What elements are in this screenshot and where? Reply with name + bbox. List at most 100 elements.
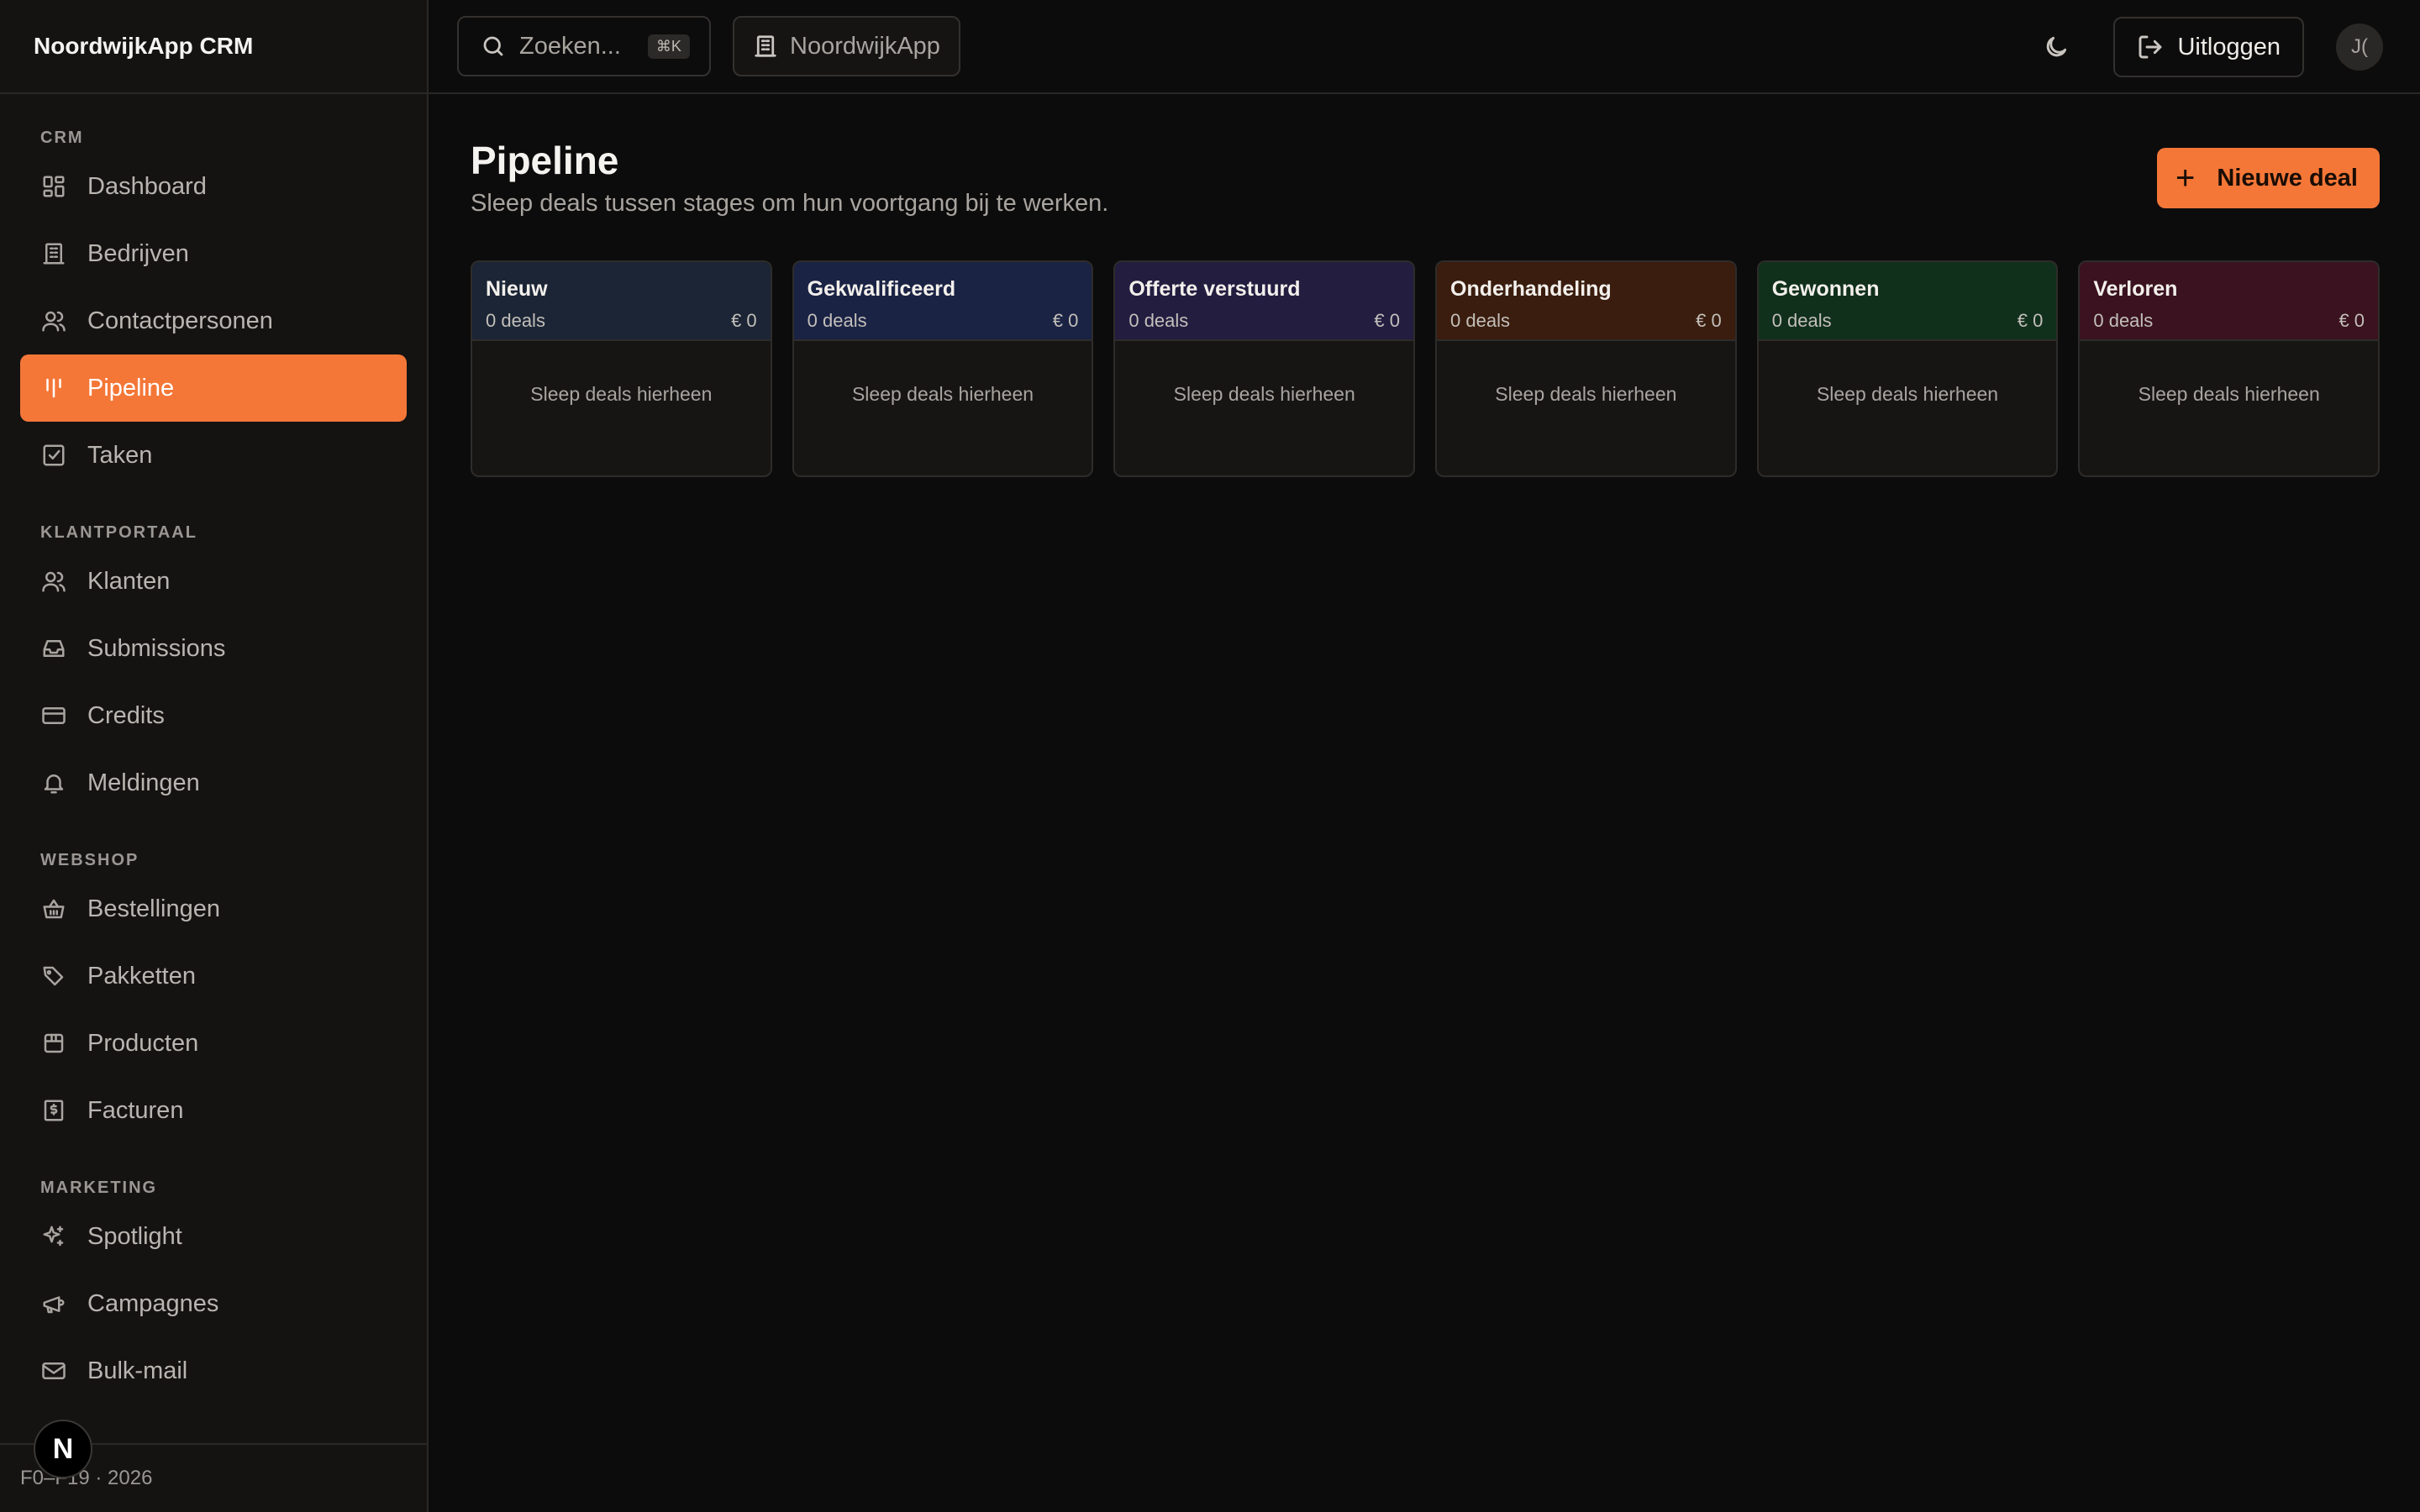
tags-icon xyxy=(40,963,67,990)
stage-meta: 0 deals € 0 xyxy=(2093,310,2365,332)
stage-amount: € 0 xyxy=(2017,310,2044,331)
moon-icon xyxy=(2047,36,2067,57)
sidebar-item-label: Spotlight xyxy=(87,1222,182,1250)
sidebar: NoordwijkApp CRM CRM Dashboard Bedrijven Co… xyxy=(0,0,429,1512)
stage-header: Gewonnen 0 deals € 0 xyxy=(1758,262,2057,341)
stage-name: Onderhandeling xyxy=(1450,277,1612,301)
stage-column-onderhandeling[interactable]: Onderhandeling 0 deals € 0 Sleep deals hier… xyxy=(1435,260,1737,477)
checkbox-icon xyxy=(40,442,67,469)
sidebar-item-bestellingen[interactable]: Bestellingen xyxy=(20,875,407,942)
sidebar-item-label: Producten xyxy=(87,1029,199,1057)
sidebar-nav: CRM Dashboard Bedrijven Contactpersonen Pipe… xyxy=(0,114,427,1404)
search-placeholder: Zoeken... xyxy=(519,32,621,60)
search-input[interactable]: Zoeken... ⌘K xyxy=(457,16,711,76)
nav-section-klantportaal: KLANTPORTAAL Klanten Submissions Credits Mel… xyxy=(0,509,427,816)
sidebar-item-campagnes[interactable]: Campagnes xyxy=(20,1270,407,1337)
stage-name: Gewonnen xyxy=(1771,277,1880,301)
building-icon xyxy=(755,35,776,57)
building-icon xyxy=(40,240,67,267)
stage-meta: 0 deals € 0 xyxy=(1450,310,1722,332)
section-label: KLANTPORTAAL xyxy=(40,523,197,542)
page-title: Pipeline xyxy=(471,139,619,182)
stage-header: Nieuw 0 deals € 0 xyxy=(472,262,771,341)
sidebar-item-label: Facturen xyxy=(87,1096,184,1124)
stage-meta: 0 deals € 0 xyxy=(486,310,757,332)
stage-header: Onderhandeling 0 deals € 0 xyxy=(1437,262,1735,341)
stage-meta: 0 deals € 0 xyxy=(1772,310,2044,332)
stage-header: Verloren 0 deals € 0 xyxy=(2080,262,2379,341)
logout-button[interactable]: Uitloggen xyxy=(2113,17,2304,77)
logout-label: Uitloggen xyxy=(2177,33,2281,60)
basket-icon xyxy=(40,895,67,922)
sidebar-item-contactpersonen[interactable]: Contactpersonen xyxy=(20,287,407,354)
sidebar-item-facturen[interactable]: Facturen xyxy=(20,1077,407,1144)
search-icon xyxy=(483,36,503,56)
stage-deal-count: 0 deals xyxy=(486,310,545,331)
stage-name: Verloren xyxy=(2093,277,2178,301)
sidebar-item-submissions[interactable]: Submissions xyxy=(20,615,407,682)
plus-icon: + xyxy=(2175,160,2196,197)
credit-card-icon xyxy=(40,702,67,729)
search-shortcut: ⌘K xyxy=(647,34,690,59)
nav-section-webshop: WEBSHOP Bestellingen Pakketten Producten Fac… xyxy=(0,837,427,1144)
stage-deal-count: 0 deals xyxy=(1128,310,1189,331)
stage-deal-count: 0 deals xyxy=(1450,310,1510,331)
sidebar-item-pipeline[interactable]: Pipeline xyxy=(20,354,407,422)
package-icon xyxy=(40,1030,67,1057)
sidebar-item-meldingen[interactable]: Meldingen xyxy=(20,749,407,816)
stage-name: Offerte verstuurd xyxy=(1128,277,1301,301)
stage-amount: € 0 xyxy=(1374,310,1401,331)
stage-dropzone-hint: Sleep deals hierheen xyxy=(2138,383,2320,405)
nav-section-marketing: MARKETING Spotlight Campagnes Bulk-mail xyxy=(0,1164,427,1404)
sidebar-item-producten[interactable]: Producten xyxy=(20,1010,407,1077)
stage-meta: 0 deals € 0 xyxy=(808,310,1079,332)
stage-meta: 0 deals € 0 xyxy=(1128,310,1400,332)
sidebar-item-label: Bestellingen xyxy=(87,895,220,922)
stage-deal-count: 0 deals xyxy=(1771,310,1832,331)
stage-column-gewonnen[interactable]: Gewonnen 0 deals € 0 Sleep deals hierheen xyxy=(1756,260,2059,477)
sidebar-item-taken[interactable]: Taken xyxy=(20,422,407,489)
stage-column-offerte-verstuurd[interactable]: Offerte verstuurd 0 deals € 0 Sleep deals h… xyxy=(1113,260,1416,477)
mail-icon xyxy=(40,1357,67,1384)
sidebar-item-label: Meldingen xyxy=(87,769,200,796)
sidebar-item-label: Pakketten xyxy=(87,962,196,990)
stage-deal-count: 0 deals xyxy=(2093,310,2154,331)
sidebar-item-credits[interactable]: Credits xyxy=(20,682,407,749)
users-icon xyxy=(40,568,67,595)
sidebar-item-label: Taken xyxy=(87,441,153,469)
logout-icon xyxy=(2139,35,2162,59)
page-subtitle: Sleep deals tussen stages om hun voortga… xyxy=(471,190,1109,217)
theme-toggle-button[interactable] xyxy=(2026,17,2086,77)
section-label: CRM xyxy=(40,129,84,147)
stage-column-verloren[interactable]: Verloren 0 deals € 0 Sleep deals hierheen xyxy=(2078,260,2381,477)
sidebar-item-bulk-mail[interactable]: Bulk-mail xyxy=(20,1337,407,1404)
section-label: WEBSHOP xyxy=(40,851,139,869)
sidebar-item-dashboard[interactable]: Dashboard xyxy=(20,153,407,220)
dev-badge-icon[interactable]: N xyxy=(34,1420,92,1478)
sidebar-item-spotlight[interactable]: Spotlight xyxy=(20,1203,407,1270)
sidebar-item-label: Contactpersonen xyxy=(87,307,273,334)
section-label: MARKETING xyxy=(40,1179,158,1197)
stage-header: Gekwalificeerd 0 deals € 0 xyxy=(793,262,1092,341)
sidebar-item-label: Credits xyxy=(87,701,165,729)
topbar: Zoeken... ⌘K NoordwijkApp Uitloggen J( xyxy=(429,0,2420,94)
pipeline-icon xyxy=(40,375,67,402)
avatar[interactable]: J( xyxy=(2336,24,2383,71)
stage-column-nieuw[interactable]: Nieuw 0 deals € 0 Sleep deals hierheen xyxy=(471,260,772,477)
stage-deal-count: 0 deals xyxy=(807,310,867,331)
app-brand[interactable]: NoordwijkApp CRM xyxy=(0,0,427,94)
stage-dropzone-hint: Sleep deals hierheen xyxy=(1173,383,1355,405)
sidebar-item-pakketten[interactable]: Pakketten xyxy=(20,942,407,1010)
topbar-actions: Uitloggen J( xyxy=(2026,17,2383,77)
stage-amount: € 0 xyxy=(731,310,757,331)
sidebar-item-bedrijven[interactable]: Bedrijven xyxy=(20,220,407,287)
new-deal-button[interactable]: + Nieuwe deal xyxy=(2157,148,2380,208)
sidebar-item-klanten[interactable]: Klanten xyxy=(20,548,407,615)
stage-column-gekwalificeerd[interactable]: Gekwalificeerd 0 deals € 0 Sleep deals hier… xyxy=(792,260,1094,477)
org-switcher[interactable]: NoordwijkApp xyxy=(733,16,960,76)
stage-dropzone-hint: Sleep deals hierheen xyxy=(1816,383,1999,405)
stage-amount: € 0 xyxy=(1052,310,1079,331)
stage-dropzone-hint: Sleep deals hierheen xyxy=(530,383,713,405)
stage-dropzone-hint: Sleep deals hierheen xyxy=(851,383,1034,405)
stage-dropzone-hint: Sleep deals hierheen xyxy=(1495,383,1677,405)
